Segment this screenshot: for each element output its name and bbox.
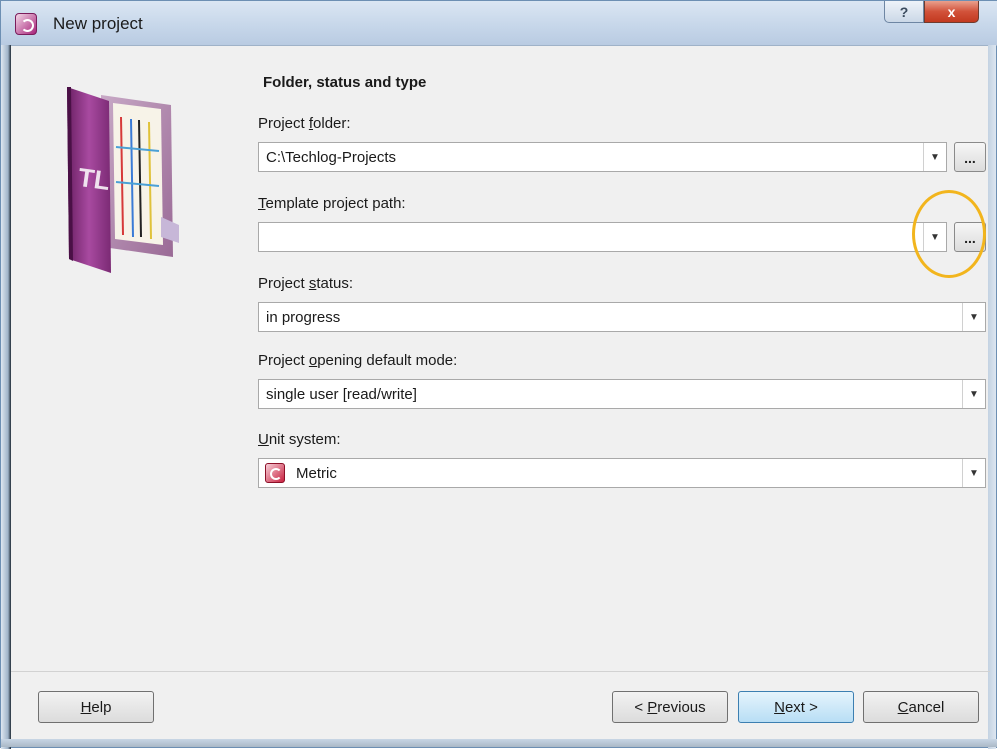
project-folder-browse-button[interactable]: ... [954,142,986,172]
button-text: ancel [908,698,945,716]
window-title: New project [53,14,143,33]
label-accelerator: U [258,431,269,448]
new-project-dialog: New project ? x TL Folder, status and ty… [0,0,997,749]
project-status-label: Project status: [258,275,353,292]
window-frame-left [1,45,11,749]
chevron-down-icon[interactable]: ▼ [923,143,946,171]
chevron-down-icon[interactable]: ▼ [962,303,985,331]
window-frame-right [988,45,996,749]
unit-system-value: Metric [296,465,337,482]
project-status-value: in progress [266,309,341,326]
previous-button[interactable]: < Previous [612,691,728,723]
button-accelerator: P [647,698,658,716]
button-text: ext > [784,698,818,716]
label-text: tatus: [316,275,354,292]
opening-mode-label: Project opening default mode: [258,352,457,369]
template-path-combo[interactable]: ▼ [258,222,947,252]
opening-mode-value: single user [read/write] [266,386,417,403]
techlog-unit-icon [265,463,285,483]
template-path-browse-button[interactable]: ... [954,222,986,252]
chevron-down-icon[interactable]: ▼ [923,223,946,251]
project-status-select[interactable]: in progress ▼ [258,302,986,332]
next-button[interactable]: Next > [738,691,854,723]
label-text: emplate project path: [265,195,406,212]
unit-system-select[interactable]: Metric ▼ [258,458,986,488]
cancel-button[interactable]: Cancel [863,691,979,723]
chevron-down-icon[interactable]: ▼ [962,380,985,408]
button-text: revious [657,698,706,716]
label-text: Project [258,275,309,292]
project-folder-combo[interactable]: C:\Techlog-Projects ▼ [258,142,947,172]
template-path-label: Template project path: [258,195,406,212]
techlog-app-icon [15,13,37,35]
context-help-button[interactable]: ? [884,1,924,23]
button-accelerator: N [774,698,785,716]
section-heading: Folder, status and type [263,74,427,91]
project-folder-value: C:\Techlog-Projects [266,149,397,166]
button-text: elp [91,698,112,716]
svg-text:TL: TL [76,162,112,196]
label-text: older: [313,115,351,132]
footer-divider [11,671,990,672]
label-accelerator: T [258,195,266,212]
help-button[interactable]: Help [38,691,154,723]
label-text: pening default mode: [317,352,458,369]
label-text: Project [258,352,309,369]
button-text: < [634,698,644,716]
title-bar[interactable]: New project ? x [1,1,997,46]
close-button[interactable]: x [924,1,979,23]
label-accelerator: o [308,352,318,369]
button-accelerator: H [80,698,92,716]
button-accelerator: C [897,698,909,716]
project-folder-label: Project folder: [258,115,351,132]
opening-mode-select[interactable]: single user [read/write] ▼ [258,379,986,409]
techlog-folder-illustration: TL [67,87,179,273]
unit-system-label: Unit system: [258,431,341,448]
label-text: Project [258,115,309,132]
chevron-down-icon[interactable]: ▼ [962,459,985,487]
window-frame-bottom [1,739,997,747]
label-text: nit system: [268,431,341,448]
